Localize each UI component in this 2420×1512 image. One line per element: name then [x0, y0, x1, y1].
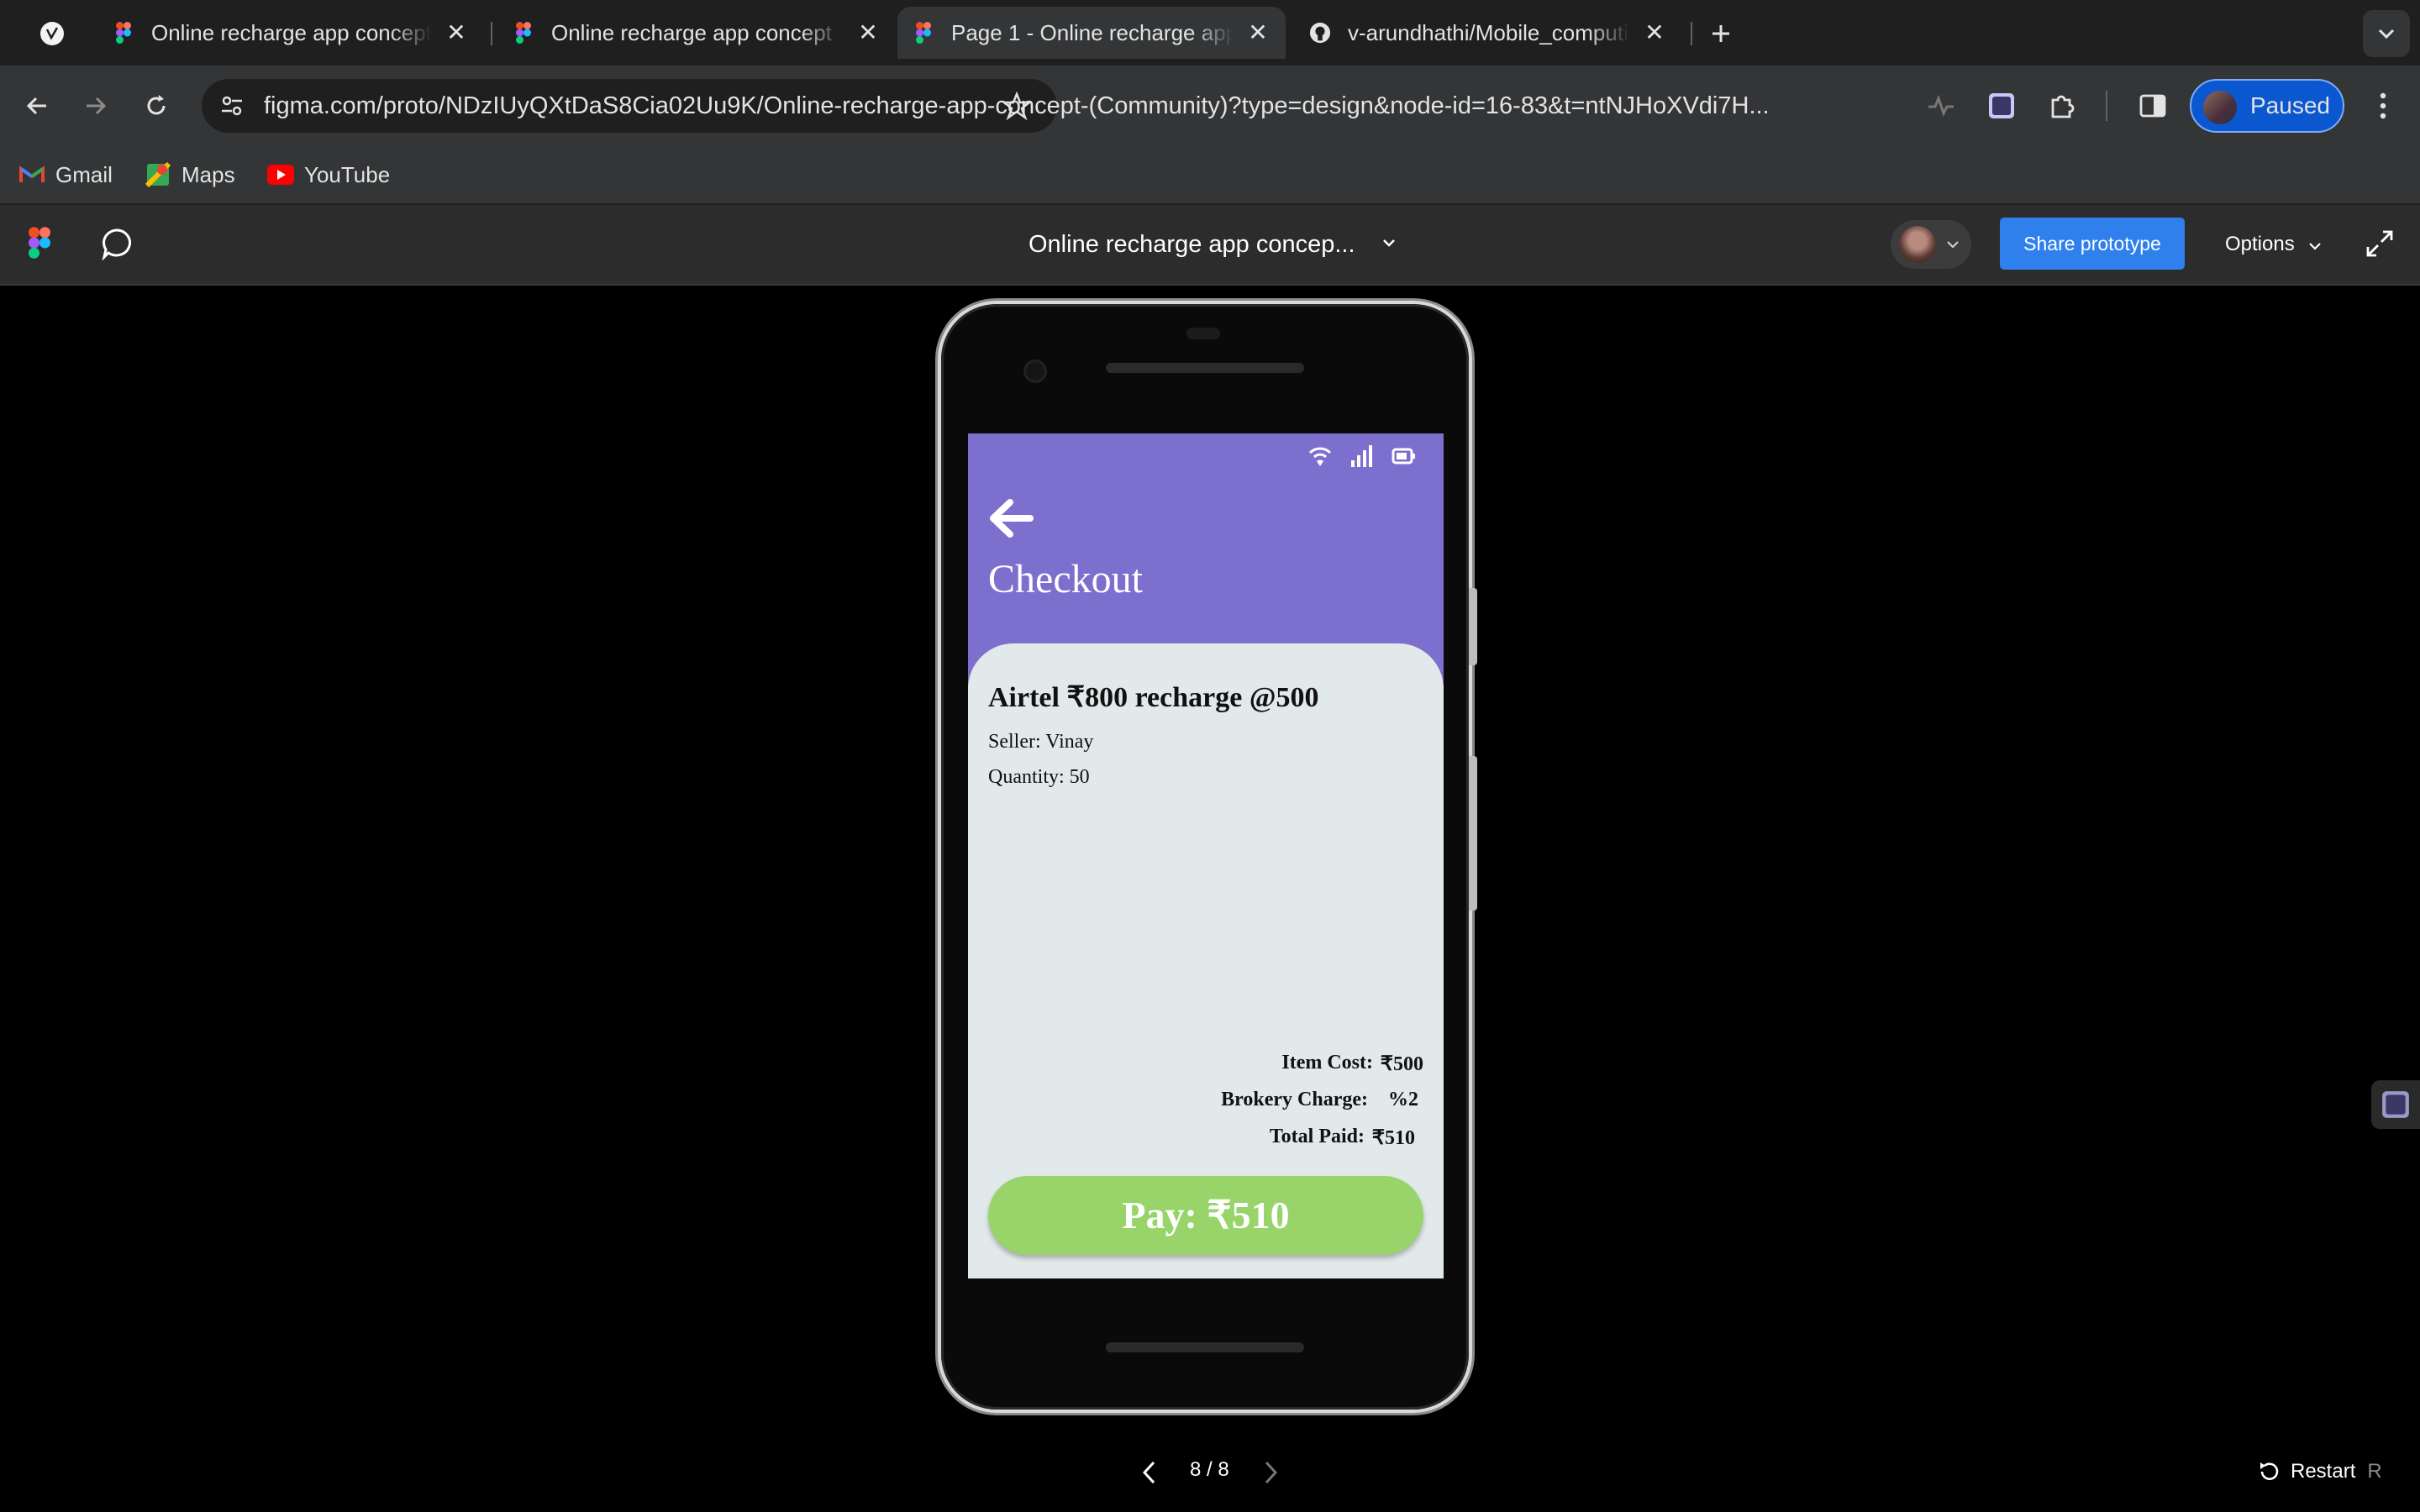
chevron-down-icon — [2309, 243, 2322, 250]
options-label: Options — [2225, 233, 2295, 255]
avatar — [2203, 91, 2237, 124]
restart-label: Restart — [2291, 1460, 2356, 1483]
profile-status: Paused — [2250, 92, 2330, 118]
menu-kebab-icon[interactable] — [2360, 82, 2407, 129]
figma-icon — [513, 22, 534, 44]
collaborator-button[interactable] — [1891, 220, 1971, 269]
performance-icon[interactable] — [1918, 82, 1965, 129]
summary-value: ₹510 — [1371, 1127, 1415, 1149]
summary-value: %2 — [1388, 1089, 1418, 1110]
tab-search-button[interactable] — [2363, 10, 2410, 57]
bookmark-label: Maps — [182, 161, 235, 187]
share-prototype-button[interactable]: Share prototype — [2000, 218, 2185, 270]
chevron-down-icon — [1947, 241, 1959, 249]
figma-header: Online recharge app concep... Share prot… — [0, 205, 2420, 286]
tab-4[interactable]: v-arundhathi/Mobile_computing ✕ — [1294, 7, 1682, 59]
options-menu[interactable]: Options — [2225, 205, 2322, 284]
tab-1[interactable]: Online recharge app concept ✕ — [97, 7, 484, 59]
summary-label: Total Paid: — [1269, 1126, 1365, 1147]
side-panel-icon[interactable] — [2129, 82, 2176, 129]
page-title: Checkout — [988, 557, 1143, 601]
item-cost-row: Item Cost: ₹500 — [1281, 1052, 1423, 1076]
extension-icon[interactable] — [1978, 82, 2025, 129]
back-button[interactable] — [13, 82, 60, 129]
summary-value: ₹500 — [1380, 1053, 1423, 1075]
phone-speaker — [1106, 1342, 1304, 1352]
bookmark-maps[interactable]: Maps — [145, 156, 235, 193]
page-counter: 8 / 8 — [1190, 1458, 1229, 1481]
reload-button[interactable] — [133, 82, 180, 129]
restart-button[interactable]: Restart R — [2257, 1448, 2382, 1495]
expand-icon[interactable] — [2363, 227, 2396, 265]
bookmark-star-icon[interactable] — [1001, 91, 1033, 125]
maps-icon — [145, 161, 171, 188]
back-arrow-icon[interactable] — [986, 497, 1034, 539]
phone-sensor — [1186, 328, 1220, 339]
tab-title: v-arundhathi/Mobile_computing — [1348, 19, 1630, 45]
phone-speaker — [1106, 363, 1304, 373]
brokery-charge-row: Brokery Charge: %2 — [1221, 1089, 1418, 1111]
github-icon — [1309, 22, 1331, 44]
bookmark-label: YouTube — [304, 161, 391, 187]
restart-shortcut: R — [2367, 1460, 2382, 1483]
tab-3-active[interactable]: Page 1 - Online recharge app ✕ — [897, 7, 1286, 59]
signal-icon — [1351, 445, 1372, 467]
close-icon[interactable]: ✕ — [855, 20, 881, 45]
close-icon[interactable]: ✕ — [1245, 20, 1270, 45]
tab-title: Online recharge app concept — [151, 19, 432, 45]
figma-icon[interactable] — [29, 227, 50, 263]
avatar — [1899, 226, 1936, 263]
phone-side-button — [1469, 588, 1477, 665]
figma-icon — [913, 22, 934, 44]
tab-title: Page 1 - Online recharge app — [951, 19, 1234, 45]
tab-divider — [491, 22, 492, 45]
youtube-icon — [267, 161, 294, 188]
close-icon[interactable]: ✕ — [444, 20, 469, 45]
site-settings-icon[interactable] — [218, 92, 245, 123]
comment-icon[interactable] — [101, 227, 134, 265]
toolbar-divider — [2106, 91, 2107, 121]
phone-side-button — [1469, 756, 1477, 911]
floating-extension-button[interactable] — [2371, 1080, 2420, 1129]
wifi-icon — [1308, 447, 1332, 466]
chevron-left-icon[interactable] — [1141, 1460, 1158, 1485]
bookmark-label: Gmail — [55, 161, 113, 187]
app-screen: Checkout Airtel ₹800 recharge @500 Selle… — [968, 433, 1444, 1278]
gmail-icon — [18, 161, 45, 188]
forward-button[interactable] — [72, 82, 119, 129]
chevron-down-icon[interactable] — [1381, 237, 1397, 252]
new-tab-button[interactable] — [1697, 10, 1744, 57]
bookmarks-bar: Gmail Maps YouTube — [0, 146, 2420, 205]
tab-title: Online recharge app concept — [551, 19, 832, 45]
close-icon[interactable]: ✕ — [1642, 20, 1667, 45]
total-paid-row: Total Paid: ₹510 — [1270, 1126, 1415, 1150]
bookmark-gmail[interactable]: Gmail — [18, 156, 113, 193]
prototype-title[interactable]: Online recharge app concep... — [1028, 205, 1355, 284]
app-logo-icon[interactable] — [29, 10, 76, 57]
chevron-right-icon[interactable] — [1262, 1460, 1279, 1485]
quantity-label: Quantity: 50 — [988, 766, 1090, 788]
summary-label: Brokery Charge: — [1221, 1089, 1368, 1110]
restart-icon — [2260, 1462, 2279, 1480]
phone-camera — [1023, 360, 1047, 383]
figma-icon — [113, 22, 134, 44]
prototype-pager: 8 / 8 — [1126, 1448, 1294, 1495]
address-bar[interactable]: figma.com/proto/NDzIUyQXtDaS8Cia02Uu9K/O… — [202, 79, 1770, 133]
extension-icon — [2382, 1091, 2409, 1118]
profile-button[interactable]: Paused — [2190, 79, 2344, 133]
tab-divider — [1691, 22, 1692, 45]
seller-label: Seller: Vinay — [988, 731, 1094, 753]
summary-label: Item Cost: — [1281, 1052, 1373, 1074]
tab-2[interactable]: Online recharge app concept ✕ — [497, 7, 896, 59]
battery-icon — [1392, 448, 1415, 465]
pay-button[interactable]: Pay: ₹510 — [988, 1176, 1423, 1255]
product-title: Airtel ₹800 recharge @500 — [988, 682, 1319, 713]
bookmark-youtube[interactable]: YouTube — [267, 156, 390, 193]
tab-strip: Online recharge app concept ✕ Online rec… — [0, 0, 2420, 66]
extensions-puzzle-icon[interactable] — [2039, 82, 2086, 129]
browser-toolbar: figma.com/proto/NDzIUyQXtDaS8Cia02Uu9K/O… — [0, 66, 2420, 146]
